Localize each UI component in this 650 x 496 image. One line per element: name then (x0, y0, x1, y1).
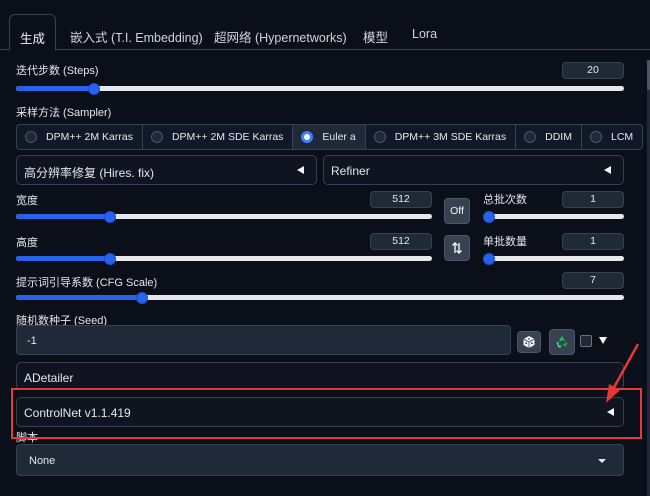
tab-hypernetworks[interactable]: 超网络 (Hypernetworks) (214, 27, 347, 46)
cfg-scale-slider-thumb[interactable] (135, 291, 148, 304)
script-select[interactable]: None (16, 444, 624, 476)
script-select-value: None (29, 455, 56, 467)
height-label: 高度 (16, 237, 38, 249)
width-slider-thumb[interactable] (103, 210, 116, 223)
steps-label: 迭代步数 (Steps) (16, 65, 99, 77)
width-number-input[interactable]: 512 (370, 191, 432, 208)
height-slider-thumb[interactable] (103, 252, 116, 265)
tab-generate[interactable]: 生成 (9, 14, 57, 51)
batch-size-number-input[interactable]: 1 (562, 233, 624, 250)
refiner-accordion[interactable]: Refiner (323, 155, 624, 185)
cfg-scale-number-input[interactable]: 7 (562, 272, 624, 289)
batch-count-slider-thumb[interactable] (483, 210, 495, 223)
steps-slider-thumb[interactable] (87, 82, 100, 95)
batch-count-label: 总批次数 (483, 194, 527, 206)
tab-embedding[interactable]: 嵌入式 (T.I. Embedding) (70, 27, 203, 46)
sampler-option[interactable]: LCM (580, 124, 644, 150)
width-slider-fill (16, 214, 110, 219)
batch-size-label: 单批数量 (483, 236, 527, 248)
batch-size-slider[interactable] (483, 252, 624, 265)
refiner-collapse-icon (604, 166, 611, 174)
refiner-label: Refiner (331, 164, 370, 178)
seed-input[interactable]: -1 (16, 325, 511, 355)
width-slider[interactable] (16, 210, 432, 223)
steps-slider-fill (16, 86, 94, 91)
controlnet-label: ControlNet v1.1.419 (24, 406, 131, 420)
sampler-option-label: DPM++ 2M Karras (46, 131, 133, 143)
batch-count-number-input[interactable]: 1 (562, 191, 624, 208)
height-number-input[interactable]: 512 (370, 233, 432, 250)
sampler-label: 采样方法 (Sampler) (16, 107, 112, 119)
reuse-seed-button[interactable] (549, 329, 575, 355)
sampler-option-label: LCM (610, 131, 634, 143)
script-label: 脚本 (16, 432, 38, 444)
sampler-option-label: DPM++ 3M SDE Karras (394, 131, 507, 143)
tab-models[interactable]: 模型 (363, 27, 388, 46)
dice-icon (523, 336, 535, 348)
adetailer-label: ADetailer (24, 371, 74, 385)
adetailer-accordion[interactable]: ADetailer (16, 362, 624, 390)
sampler-option[interactable]: DDIM (515, 124, 582, 150)
controlnet-collapse-icon (607, 408, 614, 416)
tab-bar: 生成 嵌入式 (T.I. Embedding) 超网络 (Hypernetwor… (0, 0, 650, 51)
steps-slider[interactable] (16, 82, 624, 95)
radio-icon (301, 131, 314, 143)
hires-fix-collapse-icon (297, 166, 304, 174)
batch-size-slider-thumb[interactable] (483, 252, 495, 265)
cfg-scale-slider-fill (16, 295, 142, 300)
steps-number-input[interactable]: 20 (562, 62, 624, 79)
radio-icon (373, 131, 386, 143)
controlnet-accordion[interactable]: ControlNet v1.1.419 (16, 397, 624, 427)
sampler-option-label: DPM++ 2M SDE Karras (171, 131, 284, 143)
cfg-scale-label: 提示词引导系数 (CFG Scale) (16, 277, 158, 289)
height-slider-fill (16, 256, 110, 261)
sampler-option[interactable]: DPM++ 3M SDE Karras (364, 124, 517, 150)
width-label: 宽度 (16, 195, 38, 207)
hires-fix-accordion[interactable]: 高分辨率修复 (Hires. fix) (16, 155, 317, 185)
tab-lora[interactable]: Lora (412, 27, 437, 41)
extra-seed-expand-icon[interactable] (599, 337, 607, 344)
sampler-option-label: DDIM (545, 131, 572, 143)
radio-icon (25, 131, 37, 143)
hires-off-button[interactable]: Off (444, 198, 470, 224)
cfg-scale-slider[interactable] (16, 291, 624, 304)
radio-icon (589, 131, 602, 143)
hires-fix-label: 高分辨率修复 (Hires. fix) (24, 166, 154, 180)
height-slider[interactable] (16, 252, 432, 265)
swap-dimensions-button[interactable] (444, 235, 470, 261)
sampler-radio-group: DPM++ 2M Karras DPM++ 2M SDE Karras Euler … (16, 124, 644, 150)
radio-icon (150, 131, 163, 143)
random-seed-button[interactable] (517, 331, 541, 353)
recycle-icon (556, 336, 568, 348)
sampler-option[interactable]: DPM++ 2M Karras (16, 124, 143, 150)
swap-icon (452, 242, 462, 254)
batch-count-slider[interactable] (483, 210, 624, 223)
sampler-option-label: Euler a (322, 131, 356, 143)
extra-seed-checkbox[interactable] (580, 335, 592, 347)
radio-icon (524, 131, 537, 143)
chevron-down-icon (598, 459, 606, 463)
sampler-option[interactable]: Euler a (292, 124, 366, 150)
sampler-option[interactable]: DPM++ 2M SDE Karras (141, 124, 294, 150)
